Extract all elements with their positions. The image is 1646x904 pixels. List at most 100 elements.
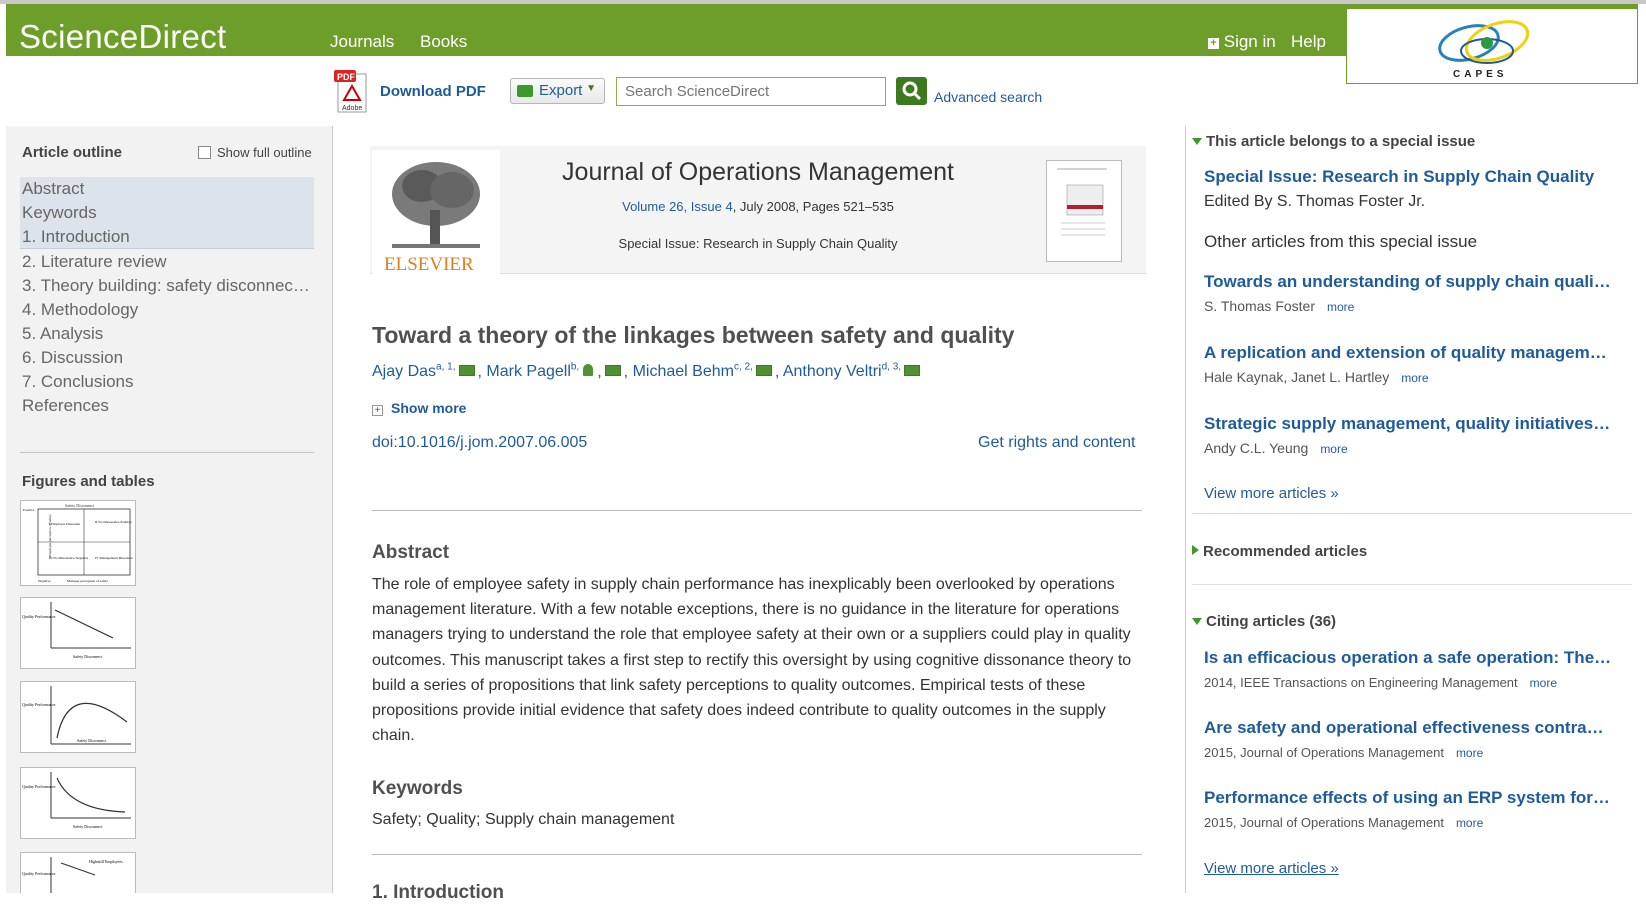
advanced-search-link[interactable]: Advanced search [934,89,1042,105]
email-icon[interactable] [904,365,921,377]
show-more-label: Show more [391,400,467,416]
outline-item-discussion[interactable]: 6. Discussion [20,346,314,370]
capes-logo[interactable]: CAPES [1346,8,1638,84]
citing-article-meta: 2015, Journal of Operations Management mo… [1204,745,1483,760]
svg-text:Safety Disconnect: Safety Disconnect [65,503,95,508]
volume-link[interactable]: Volume 26, Issue 4 [622,199,733,214]
recommended-heading[interactable]: Recommended articles [1192,543,1367,560]
sign-in-link[interactable]: + Sign in [1208,32,1276,52]
collapse-triangle-icon [1192,138,1202,145]
special-issue-heading[interactable]: This article belongs to a special issue [1192,133,1475,150]
author-link[interactable]: Ajay Dasa, 1, [372,362,456,380]
author-affiliation: d, 3, [881,362,902,373]
outline-item-theory-building[interactable]: 3. Theory building: safety disconnect … [20,274,314,298]
figure-thumbnail-1[interactable]: Safety Disconnect I Employee Dissonant I… [20,500,136,586]
more-link[interactable]: more [1456,816,1483,830]
expand-icon: + [372,405,383,416]
outline-item-analysis[interactable]: 5. Analysis [20,322,314,346]
checkbox-box[interactable] [198,146,211,159]
figure-thumbnail-3[interactable]: Quality Performance Safety Disconnect [20,681,136,753]
show-full-outline-checkbox[interactable]: Show full outline [198,145,312,160]
elsevier-logo[interactable]: ELSEVIER [372,150,500,275]
special-issue-link[interactable]: Special Issue: Research in Supply Chain … [1204,167,1614,187]
journal-title[interactable]: Journal of Operations Management [500,158,1016,187]
download-pdf-link[interactable]: Download PDF [380,83,486,100]
svg-text:ELSEVIER: ELSEVIER [384,254,474,274]
email-icon[interactable] [755,365,772,377]
journal-volume: Volume 26, Issue 4, July 2008, Pages 521… [500,199,1016,214]
figures-tables-heading: Figures and tables [22,473,155,490]
author-affiliation: b, [570,362,580,373]
citing-articles-heading[interactable]: Citing articles (36) [1192,613,1336,630]
figure-thumbnail-4[interactable]: Quality Performance Safety Disconnect [20,767,136,839]
introduction-heading: 1. Introduction [372,882,504,903]
help-link[interactable]: Help [1291,32,1326,52]
author-name: Anthony Veltri [782,363,882,381]
outline-item-conclusions[interactable]: 7. Conclusions [20,370,314,394]
svg-text:IV Management Dissonant: IV Management Dissonant [95,556,133,560]
capes-label: CAPES [1453,69,1508,80]
citing-article-link[interactable]: Are safety and operational effectiveness… [1204,718,1614,738]
citing-article-link[interactable]: Is an efficacious operation a safe opera… [1204,648,1614,668]
more-link[interactable]: more [1401,371,1428,385]
author-affiliation: a, 1, [436,362,456,373]
journal-cover-thumbnail[interactable] [1046,160,1122,262]
author-link[interactable]: Mark Pagellb, [486,362,580,380]
email-icon[interactable] [604,365,621,377]
svg-text:Safety Disconnect: Safety Disconnect [73,824,103,829]
view-more-articles-link[interactable]: View more articles » [1204,485,1339,502]
collapse-triangle-icon [1192,618,1202,625]
keywords-heading: Keywords [372,778,463,799]
author-link[interactable]: Anthony Veltrid, 3, [782,362,902,381]
outline-item-keywords[interactable]: Keywords [20,201,314,225]
sidebar-divider [1192,513,1632,514]
sidebar-divider [1192,584,1632,585]
keywords-text: Safety; Quality; Supply chain management [372,811,675,828]
nav-books[interactable]: Books [420,32,467,52]
outline-item-methodology[interactable]: 4. Methodology [20,298,314,322]
related-article-meta: S. Thomas Foster more [1204,298,1354,314]
citing-heading-label: Citing articles (36) [1206,613,1337,630]
sidebar-divider [20,452,314,453]
view-more-citing-link[interactable]: View more articles » [1204,860,1339,877]
more-link[interactable]: more [1327,300,1354,314]
volume-details: , July 2008, Pages 521–535 [732,199,894,214]
author-affiliation: c, 2, [733,362,753,373]
outline-item-references[interactable]: References [20,394,314,418]
section-divider [372,510,1142,511]
figure-thumbnail-2[interactable]: Quality Performance Safety Disconnect [20,597,136,669]
citing-article-meta: 2015, Journal of Operations Management mo… [1204,815,1483,830]
nav-journals[interactable]: Journals [330,32,394,52]
more-link[interactable]: more [1320,442,1347,456]
outline-item-introduction[interactable]: 1. Introduction [20,225,314,249]
person-icon[interactable] [583,364,594,377]
outline-item-abstract[interactable]: Abstract [20,177,314,201]
figure-4-image: Quality Performance Safety Disconnect [22,772,131,829]
show-more-link[interactable]: + Show more [372,400,466,416]
sciencedirect-logo[interactable]: ScienceDirect [19,18,226,56]
svg-text:II No Dissonance Positive: II No Dissonance Positive [95,520,132,524]
export-icon [517,85,533,97]
figure-5-image: Quality Performance Highskill Employees [22,857,123,893]
author-link[interactable]: Michael Behmc, 2, [633,362,753,380]
related-article-link[interactable]: Towards an understanding of supply chain… [1204,272,1614,292]
outline-item-literature-review[interactable]: 2. Literature review [20,250,314,274]
svg-text:Negative: Negative [38,579,51,583]
doi-link[interactable]: doi:10.1016/j.jom.2007.06.005 [372,434,587,452]
citing-article-link[interactable]: Performance effects of using an ERP syst… [1204,788,1614,808]
svg-text:Highskill Employees: Highskill Employees [89,859,123,864]
search-button[interactable] [896,77,927,105]
figure-thumbnail-5[interactable]: Quality Performance Highskill Employees [20,852,136,893]
show-full-outline-label: Show full outline [217,145,312,160]
journal-cover-image [1057,168,1107,236]
more-link[interactable]: more [1530,676,1557,690]
more-link[interactable]: more [1456,746,1483,760]
pdf-icon[interactable]: PDF Adobe [334,70,370,114]
export-button[interactable]: Export ▼ [510,78,605,104]
related-article-link[interactable]: A replication and extension of quality m… [1204,343,1614,363]
get-rights-link[interactable]: Get rights and content [978,434,1135,452]
email-icon[interactable] [458,365,475,377]
search-input[interactable] [616,77,886,106]
citing-article-source: 2015, Journal of Operations Management [1204,815,1444,830]
related-article-link[interactable]: Strategic supply management, quality ini… [1204,414,1614,434]
